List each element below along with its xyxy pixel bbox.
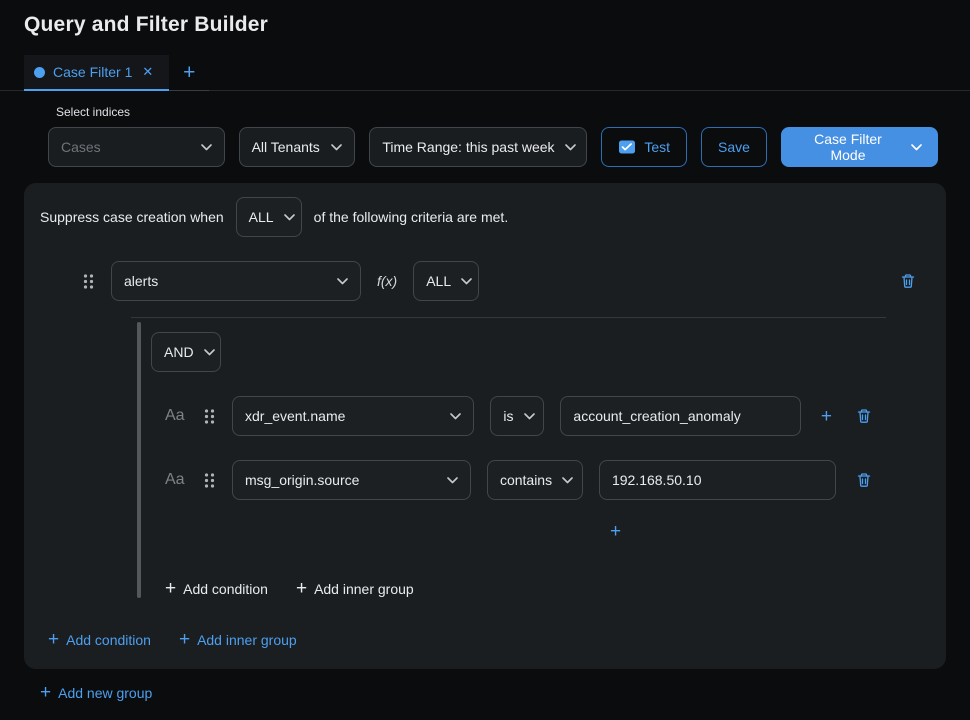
add-value-button[interactable]: + [606, 518, 625, 545]
fx-label: f(x) [377, 273, 397, 289]
chevron-down-icon [562, 477, 573, 484]
tab-label: Case Filter 1 [53, 64, 132, 80]
delete-group-button[interactable] [896, 269, 920, 293]
plus-icon: + [165, 579, 176, 598]
drag-handle-icon[interactable] [203, 408, 216, 425]
plus-icon: + [48, 630, 59, 649]
test-button[interactable]: Test [601, 127, 687, 167]
chevron-down-icon [524, 413, 535, 420]
chevron-down-icon [450, 413, 461, 420]
chevron-down-icon [201, 144, 212, 151]
condition-value-input[interactable] [599, 460, 836, 500]
save-button-label: Save [718, 139, 750, 155]
group-source-select[interactable]: alerts [111, 261, 361, 301]
footer: + Add new group [40, 683, 970, 702]
inner-operator-value: AND [164, 344, 194, 360]
tenant-value: All Tenants [252, 139, 320, 155]
add-tab-button[interactable]: + [169, 55, 209, 91]
tab-bar: Case Filter 1 ✕ + [0, 55, 970, 91]
add-new-group-label: Add new group [58, 685, 152, 701]
add-inner-group-label: Add inner group [197, 632, 297, 648]
condition-field-select[interactable]: xdr_event.name [232, 396, 474, 436]
tab-case-filter-1[interactable]: Case Filter 1 ✕ [24, 55, 169, 91]
group-operator-select[interactable]: ALL [413, 261, 479, 301]
condition-field-value: msg_origin.source [245, 472, 359, 488]
group-operator-value: ALL [426, 273, 451, 289]
tab-dot-icon [34, 67, 45, 78]
delete-condition-button[interactable] [852, 404, 876, 428]
suppress-row: Suppress case creation when ALL of the f… [40, 197, 930, 237]
indices-placeholder: Cases [61, 139, 101, 155]
inner-group: AND Aa xdr_event.name is [131, 317, 886, 598]
vertical-connector [137, 322, 141, 598]
group-header: alerts f(x) ALL [82, 261, 930, 301]
suppress-prefix: Suppress case creation when [40, 209, 224, 225]
mode-button-label: Case Filter Mode [797, 131, 899, 163]
condition-operator-select[interactable]: contains [487, 460, 583, 500]
toolbar: Cases All Tenants Time Range: this past … [48, 127, 938, 167]
group-add-links: + Add condition + Add inner group [48, 630, 930, 649]
group-source-value: alerts [124, 273, 158, 289]
chevron-down-icon [331, 144, 342, 151]
suppress-suffix: of the following criteria are met. [314, 209, 509, 225]
chevron-down-icon [337, 278, 348, 285]
close-icon[interactable]: ✕ [140, 62, 155, 82]
condition-value-input[interactable] [560, 396, 800, 436]
text-type-icon: Aa [165, 471, 187, 489]
save-button[interactable]: Save [701, 127, 767, 167]
add-inner-group-link[interactable]: + Add inner group [179, 630, 297, 649]
condition-field-select[interactable]: msg_origin.source [232, 460, 471, 500]
tenant-select[interactable]: All Tenants [239, 127, 356, 167]
drag-handle-icon[interactable] [82, 273, 95, 290]
add-inner-group-link[interactable]: + Add inner group [296, 579, 414, 598]
add-condition-label: Add condition [66, 632, 151, 648]
condition-row: Aa msg_origin.source contains [151, 460, 886, 500]
condition-operator-select[interactable]: is [490, 396, 544, 436]
chevron-down-icon [565, 144, 576, 151]
drag-handle-icon[interactable] [203, 472, 216, 489]
chevron-down-icon [284, 214, 295, 221]
condition-operator-value: contains [500, 472, 552, 488]
plus-icon: + [179, 630, 190, 649]
delete-condition-button[interactable] [852, 468, 876, 492]
page-title: Query and Filter Builder [0, 0, 970, 37]
condition-row: Aa xdr_event.name is + [151, 396, 886, 436]
builder-panel: Suppress case creation when ALL of the f… [24, 183, 946, 669]
time-range-value: Time Range: this past week [382, 139, 554, 155]
plus-icon: + [296, 579, 307, 598]
add-new-group-link[interactable]: + Add new group [40, 683, 152, 702]
inner-add-links: + Add condition + Add inner group [165, 579, 886, 598]
add-condition-link[interactable]: + Add condition [165, 579, 268, 598]
condition-operator-value: is [503, 408, 513, 424]
suppress-operator-select[interactable]: ALL [236, 197, 302, 237]
test-button-label: Test [644, 139, 670, 155]
text-type-icon: Aa [165, 407, 187, 425]
suppress-operator-value: ALL [249, 209, 274, 225]
select-indices-label: Select indices [56, 105, 970, 119]
inner-operator-select[interactable]: AND [151, 332, 221, 372]
time-range-select[interactable]: Time Range: this past week [369, 127, 587, 167]
chevron-down-icon [204, 349, 215, 356]
chevron-down-icon [461, 278, 472, 285]
case-filter-mode-button[interactable]: Case Filter Mode [781, 127, 938, 167]
test-icon [618, 138, 636, 156]
plus-icon: + [40, 683, 51, 702]
condition-field-value: xdr_event.name [245, 408, 345, 424]
add-condition-label: Add condition [183, 581, 268, 597]
add-condition-link[interactable]: + Add condition [48, 630, 151, 649]
indices-select[interactable]: Cases [48, 127, 225, 167]
chevron-down-icon [911, 144, 922, 151]
add-value-button[interactable]: + [817, 403, 836, 430]
add-inner-group-label: Add inner group [314, 581, 414, 597]
chevron-down-icon [447, 477, 458, 484]
